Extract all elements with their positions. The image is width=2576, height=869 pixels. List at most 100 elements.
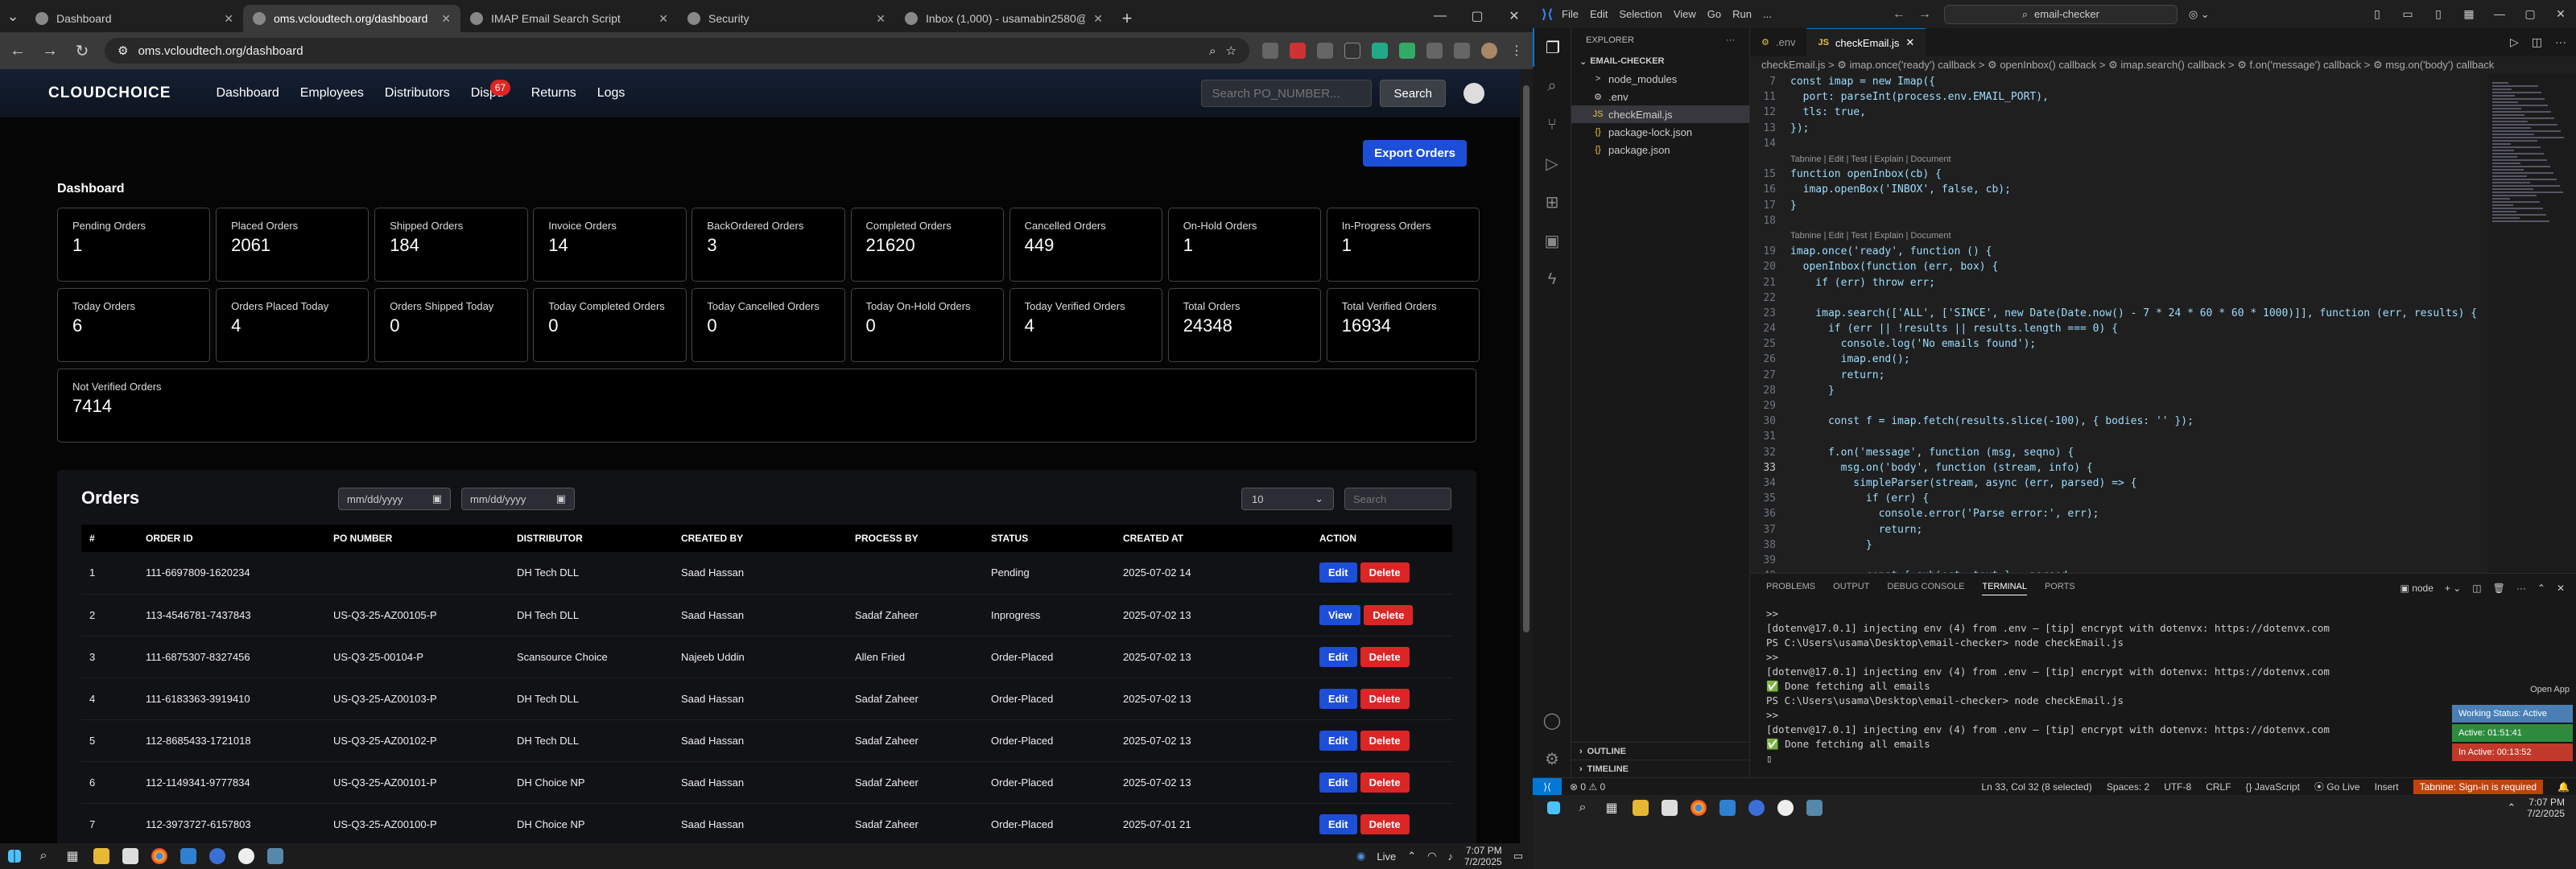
customize-layout-icon[interactable]: ▦ [2454,7,2484,21]
nav-returns[interactable]: Returns [531,86,576,101]
close-tab-icon[interactable]: ✕ [1093,12,1103,26]
extension-icon[interactable] [1399,43,1415,59]
code-line[interactable]: 7 const imap = new Imap({ [1750,74,2576,89]
extension-icon[interactable] [1426,43,1443,59]
search-icon[interactable]: ⌕ [29,843,58,869]
extension-icon[interactable] [1290,43,1306,59]
minimap[interactable] [2487,74,2576,573]
clock[interactable]: 7:07 PM 7/2/2025 [2527,797,2565,819]
forward-icon[interactable]: → [1918,7,1931,22]
chrome-icon[interactable] [145,843,174,869]
profile-avatar[interactable] [1481,43,1497,59]
zoom-app-icon[interactable] [203,843,232,869]
close-tab-icon[interactable]: ✕ [224,12,233,26]
chrome-icon[interactable] [1684,795,1713,821]
close-tab-icon[interactable]: ✕ [441,12,451,26]
file-item[interactable]: JS checkEmail.js [1571,105,1749,123]
clock[interactable]: 7:07 PM 7/2/2025 [1464,845,1502,867]
maximize-panel-icon[interactable]: ⌃ [2537,583,2545,594]
calendar-icon[interactable]: ▣ [432,492,442,505]
extension-icon[interactable] [1317,43,1333,59]
nav-dashboard[interactable]: Dashboard [216,86,279,101]
file-item[interactable]: ⚙ .env [1571,88,1749,105]
code-line[interactable]: 18 [1750,213,2576,229]
editor-tab[interactable]: ⚙ .env [1750,28,1806,56]
po-number-search-input[interactable] [1201,80,1373,107]
page-scrollbar[interactable] [1520,69,1533,843]
code-line[interactable]: 33 msg.on('body', function (stream, info… [1750,460,2576,476]
split-editor-icon[interactable]: ◫ [2532,35,2542,49]
code-line[interactable]: 21 if (err) throw err; [1750,274,2576,290]
nav-logs[interactable]: Logs [597,86,625,101]
site-info-icon[interactable]: ⚙ [118,43,128,58]
tab-search-icon[interactable]: ⌄ [0,0,26,32]
source-control-icon[interactable]: ⑂ [1533,105,1571,144]
insert-mode[interactable]: Insert [2375,781,2399,793]
search-icon[interactable]: ⌕ [1533,67,1571,105]
code-line[interactable]: 34 simpleParser(stream, async (err, pars… [1750,476,2576,491]
tabnine-icon[interactable]: ϟ [1533,260,1571,299]
delete-button[interactable]: Delete [1360,730,1410,751]
panel-tab-terminal[interactable]: TERMINAL [1982,582,2027,595]
vscode-icon[interactable] [1713,795,1742,821]
edit-button[interactable]: Edit [1319,688,1357,709]
edit-button[interactable]: Edit [1319,562,1357,583]
close-tab-icon[interactable]: ✕ [658,12,668,26]
code-line[interactable]: 23 imap.search(['ALL', ['SINCE', new Dat… [1750,306,2576,321]
more-actions-icon[interactable]: ··· [2516,583,2526,594]
zoom-icon[interactable]: ⌕ [1209,44,1216,58]
browser-tab[interactable]: Security ✕ [678,5,895,32]
new-terminal-icon[interactable]: + ⌄ [2445,583,2461,594]
forward-icon[interactable]: → [40,42,60,60]
menu-view[interactable]: View [1674,8,1696,20]
panel-tab-debug-console[interactable]: DEBUG CONSOLE [1887,582,1964,595]
command-center[interactable]: ⌕ email-checker [1943,4,2178,24]
windows-start-icon[interactable] [0,843,29,869]
extensions-icon[interactable]: ⊞ [1533,183,1571,221]
table-row[interactable]: 7 112-3973727-6157803 US-Q3-25-AZ00100-P DH… [81,803,1452,846]
menu-run[interactable]: Run [1732,8,1752,20]
code-line[interactable]: 29 [1750,398,2576,414]
po-search-button[interactable]: Search [1380,80,1446,107]
export-orders-button[interactable]: Export Orders [1363,140,1467,167]
code-line[interactable]: 19 imap.once('ready', function () { [1750,244,2576,259]
zoom-app-icon[interactable] [1742,795,1771,821]
indentation[interactable]: Spaces: 2 [2107,781,2149,793]
menu-go[interactable]: Go [1707,8,1721,20]
go-live-button[interactable]: ⦿ Go Live [2314,780,2360,793]
user-avatar[interactable] [1463,83,1484,104]
vscode-icon[interactable] [174,843,203,869]
close-tab-icon[interactable]: ✕ [876,12,886,26]
more-actions-icon[interactable]: ··· [1726,35,1735,45]
tray-chevron-icon[interactable]: ⌃ [2507,801,2516,814]
tray-chevron-icon[interactable]: ⌃ [1407,850,1416,863]
encoding[interactable]: UTF-8 [2164,781,2191,793]
code-line[interactable]: 36 console.error('Parse error:', err); [1750,506,2576,521]
volume-icon[interactable]: ♪ [1447,850,1453,863]
panel-tab-problems[interactable]: PROBLEMS [1766,582,1815,595]
panel-tab-ports[interactable]: PORTS [2045,582,2075,595]
workspace-folder[interactable]: ⌄ EMAIL-CHECKER [1571,52,1749,70]
minimize-icon[interactable]: — [1422,0,1459,32]
menu-file[interactable]: File [1562,8,1579,20]
code-line[interactable]: 14 [1750,136,2576,151]
windows-start-icon[interactable] [1539,795,1568,821]
notifications-bell-icon[interactable]: 🔔 [2557,781,2570,793]
code-line[interactable]: 39 [1750,553,2576,568]
more-menu-icon[interactable]: ⋮ [1509,43,1525,59]
extension-icon[interactable] [1344,43,1360,59]
calendar-app-icon[interactable] [116,843,145,869]
back-icon[interactable]: ← [8,42,27,60]
delete-button[interactable]: Delete [1360,813,1410,834]
browser-tab[interactable]: IMAP Email Search Script ✕ [460,5,678,32]
panel-tab-output[interactable]: OUTPUT [1833,582,1869,595]
file-explorer-icon[interactable] [87,843,116,869]
explorer-icon[interactable]: ❐ [1533,28,1571,67]
nav-disputes[interactable]: Dispu 67 [471,80,511,101]
code-line[interactable]: 13}); [1750,121,2576,136]
settings-gear-icon[interactable]: ⚙ [1533,739,1571,778]
code-line[interactable]: 32 f.on('message', function (msg, seqno)… [1750,445,2576,460]
delete-button[interactable]: Delete [1360,772,1410,793]
code-line[interactable]: 12 tls: true, [1750,105,2576,120]
new-tab-button[interactable]: + [1113,5,1141,32]
